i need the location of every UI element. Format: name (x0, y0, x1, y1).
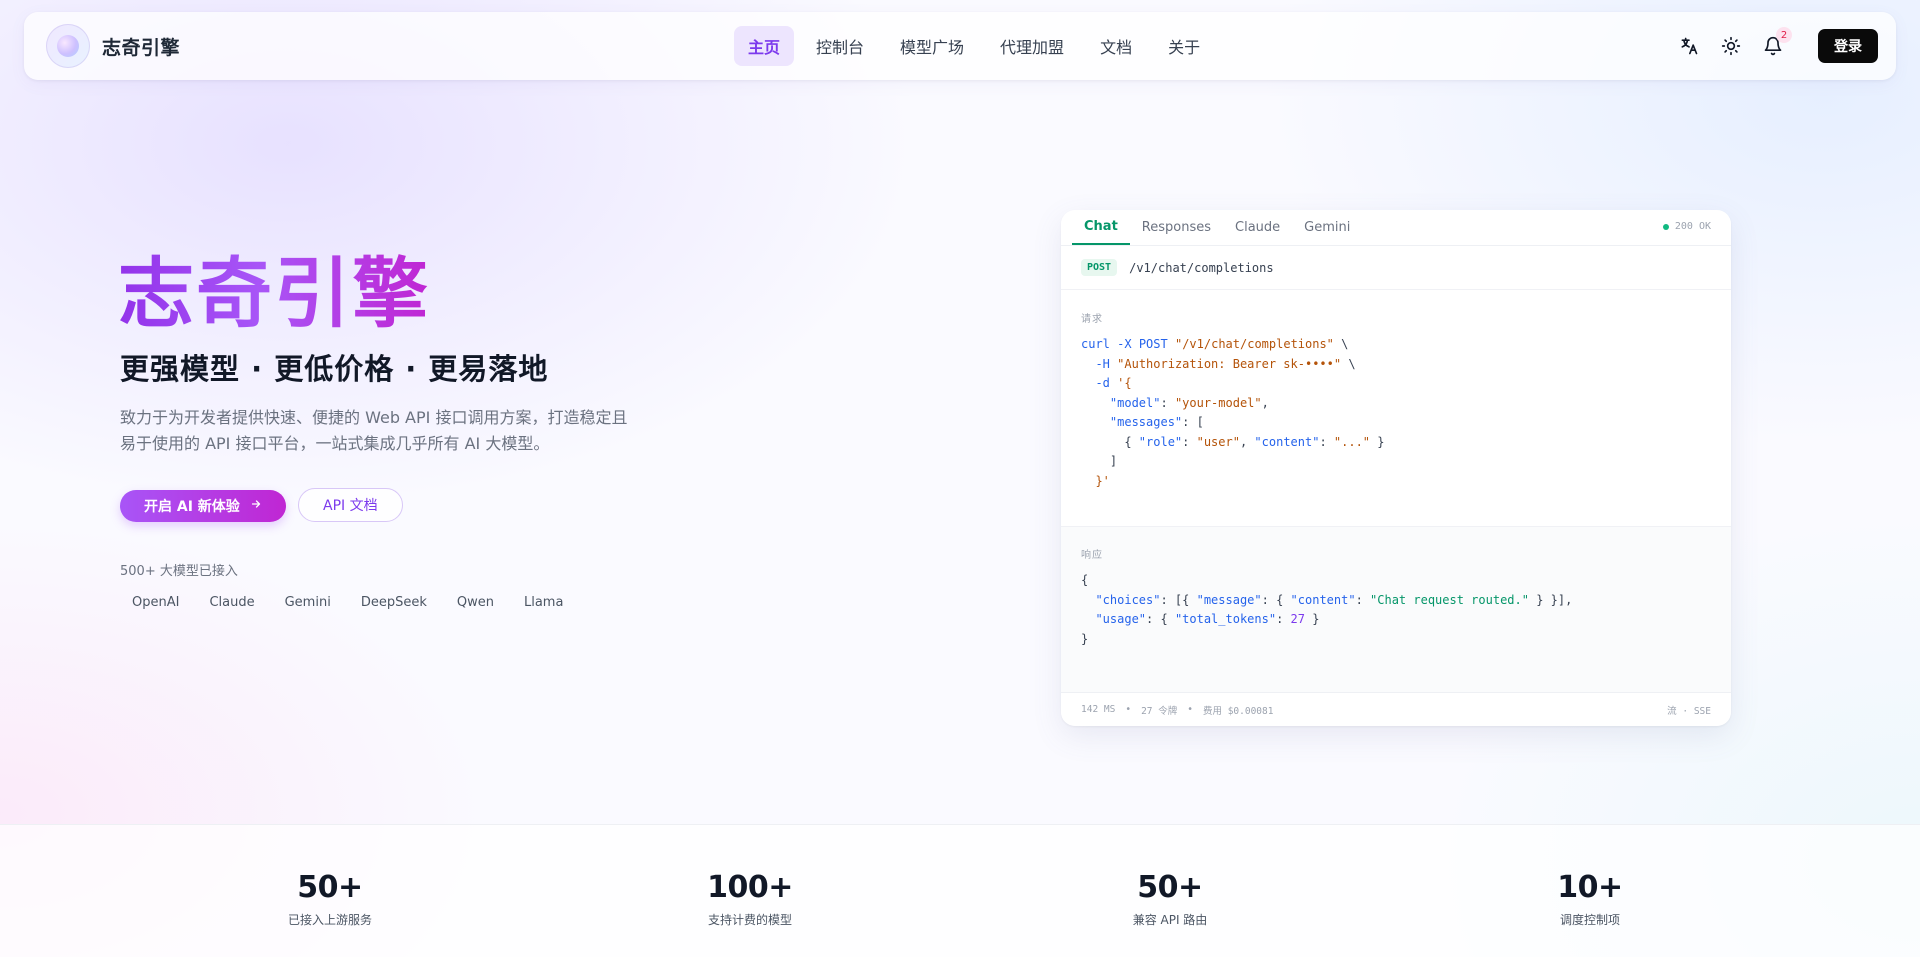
stream-mode: 流 · SSE (1667, 705, 1711, 717)
endpoint-row: POST /v1/chat/completions (1061, 246, 1731, 290)
stat-label: 支持计费的模型 (707, 913, 792, 927)
request-code-block: curl -X POST "/v1/chat/completions" \ -H… (1081, 337, 1385, 488)
token-count: 27 令牌 (1141, 705, 1178, 717)
brand-name: 志奇引擎 (102, 36, 181, 59)
hero-subtitle: 更强模型 · 更低价格 · 更易落地 (120, 352, 549, 386)
nav-link-model-square[interactable]: 模型广场 (886, 26, 978, 66)
endpoint-path: /v1/chat/completions (1129, 260, 1274, 275)
sun-icon[interactable] (1714, 29, 1748, 63)
stat-label: 调度控制项 (1559, 913, 1620, 927)
footer-separator: • (1125, 704, 1132, 715)
request-label: 请求 (1081, 314, 1103, 325)
response-status-text: 200 OK (1674, 221, 1711, 232)
nav-link-about[interactable]: 关于 (1154, 26, 1214, 66)
nav-actions: 2 登录 (1672, 27, 1878, 63)
model-chip-list: OpenAI Claude Gemini DeepSeek Qwen Llama (120, 590, 575, 614)
models-caption: 500+ 大模型已接入 (120, 564, 238, 579)
translate-icon[interactable] (1672, 29, 1706, 63)
model-chip-qwen: Qwen (456, 594, 494, 610)
bell-icon[interactable]: 2 (1756, 27, 1792, 63)
stat-label: 已接入上游服务 (287, 913, 372, 927)
request-section: 请求 curl -X POST "/v1/chat/completions" \… (1081, 310, 1711, 491)
arrow-right-icon (250, 498, 262, 514)
brand[interactable]: 志奇引擎 (46, 24, 180, 68)
card-footer: 142 MS • 27 令牌 • 费用 $0.00081 流 · SSE (1061, 692, 1731, 726)
status-dot-icon (1662, 223, 1669, 230)
start-ai-button[interactable]: 开启 AI 新体验 (120, 490, 286, 522)
nav-link-docs[interactable]: 文档 (1086, 26, 1146, 66)
start-ai-button-label: 开启 AI 新体验 (144, 499, 240, 515)
nav-link-agent-partner[interactable]: 代理加盟 (986, 26, 1078, 66)
stat-value: 50+ (297, 870, 363, 905)
latency-value: 142 MS (1081, 704, 1116, 715)
tab-responses[interactable]: Responses (1130, 210, 1223, 245)
response-status: 200 OK (1662, 221, 1711, 232)
notification-badge: 2 (1776, 27, 1792, 43)
stat-value: 50+ (1137, 870, 1203, 905)
model-chip-claude: Claude (209, 594, 255, 610)
model-chip-openai: OpenAI (132, 594, 180, 610)
tab-claude[interactable]: Claude (1223, 210, 1292, 245)
response-section: 响应 { "choices": [{ "message": { "content… (1081, 546, 1711, 649)
stat-upstream-services: 50+ 已接入上游服务 (230, 870, 430, 928)
tab-chat[interactable]: Chat (1072, 210, 1130, 245)
response-label: 响应 (1081, 550, 1103, 561)
api-demo-tabs: Chat Responses Claude Gemini 200 OK (1061, 210, 1731, 246)
stat-value: 100+ (707, 870, 793, 905)
nav-link-console[interactable]: 控制台 (802, 26, 878, 66)
stat-billable-models: 100+ 支持计费的模型 (650, 870, 850, 928)
tab-gemini[interactable]: Gemini (1292, 210, 1362, 245)
nav-link-home[interactable]: 主页 (734, 26, 795, 66)
cost-value: 费用 $0.00081 (1202, 705, 1274, 717)
api-demo-card: Chat Responses Claude Gemini 200 OK POST… (1061, 210, 1731, 726)
stat-label: 兼容 API 路由 (1132, 913, 1208, 927)
main-nav: 主页 控制台 模型广场 代理加盟 文档 关于 (734, 26, 1214, 66)
model-chip-deepseek: DeepSeek (360, 594, 427, 610)
hero-description: 致力于为开发者提供快速、便捷的 Web API 接口调用方案，打造稳定且易于使用… (120, 408, 628, 453)
stat-api-routes: 50+ 兼容 API 路由 (1070, 870, 1270, 928)
stat-scheduling-controls: 10+ 调度控制项 (1490, 870, 1690, 928)
response-code-block: { "choices": [{ "message": { "content": … (1081, 573, 1573, 646)
api-docs-button[interactable]: API 文档 (298, 488, 403, 522)
login-button[interactable]: 登录 (1818, 29, 1878, 63)
brand-logo-icon (46, 24, 90, 68)
stat-value: 10+ (1557, 870, 1623, 905)
model-chip-llama: Llama (523, 594, 564, 610)
model-chip-gemini: Gemini (284, 594, 331, 610)
footer-separator: • (1187, 704, 1193, 715)
http-method-badge: POST (1081, 259, 1118, 276)
hero-title: 志奇引擎 (118, 249, 430, 338)
top-navbar: 志奇引擎 主页 控制台 模型广场 代理加盟 文档 关于 2 登录 (24, 12, 1896, 80)
